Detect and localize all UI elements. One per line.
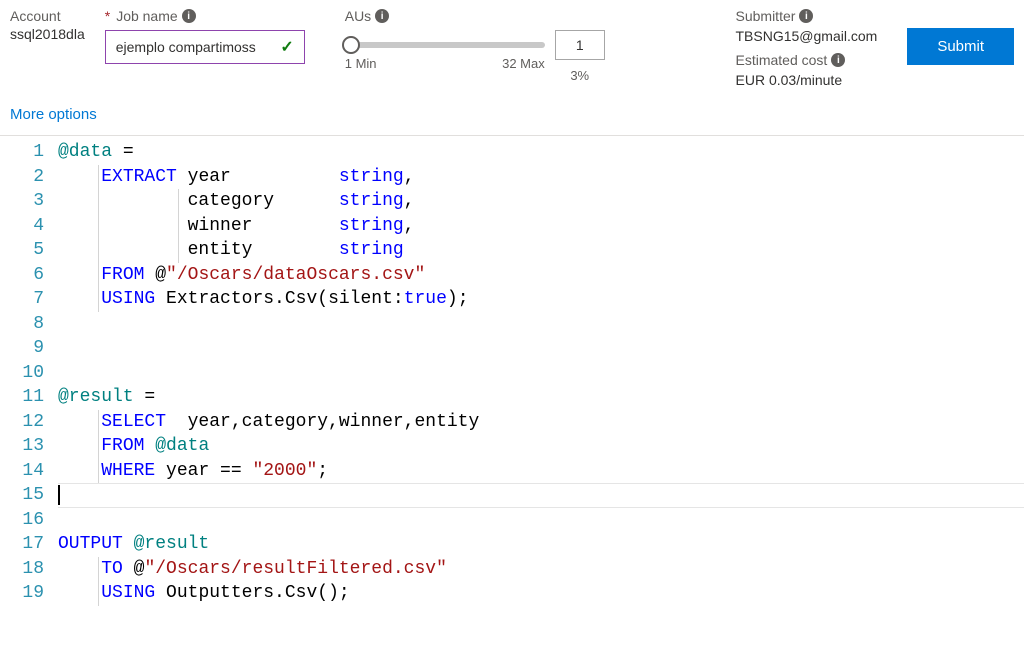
aus-slider-wrap: 1 Min 32 Max 1 3%	[345, 30, 605, 83]
aus-slider-thumb[interactable]	[342, 36, 360, 54]
code-line[interactable]: entity string	[58, 238, 1024, 263]
info-icon[interactable]: i	[182, 9, 196, 23]
check-icon: ✓	[280, 37, 293, 57]
cost-label-text: Estimated cost	[736, 52, 828, 68]
code-line[interactable]: SELECT year,category,winner,entity	[58, 410, 1024, 435]
aus-value-input[interactable]: 1	[555, 30, 605, 60]
aus-min-label: 1 Min	[345, 56, 377, 71]
line-number: 18	[0, 557, 44, 582]
more-options-link[interactable]: More options	[0, 88, 1024, 135]
info-icon[interactable]: i	[375, 9, 389, 23]
code-line[interactable]	[58, 312, 1024, 337]
cost-label: Estimated cost i	[736, 52, 878, 68]
line-number: 1	[0, 140, 44, 165]
jobname-value: ejemplo compartimoss	[116, 39, 256, 55]
line-number: 8	[0, 312, 44, 337]
code-line[interactable]: @result =	[58, 385, 1024, 410]
code-line[interactable]: category string,	[58, 189, 1024, 214]
line-number: 9	[0, 336, 44, 361]
code-line[interactable]: FROM @"/Oscars/dataOscars.csv"	[58, 263, 1024, 288]
info-icon[interactable]: i	[831, 53, 845, 67]
line-number: 7	[0, 287, 44, 312]
submitter-label-text: Submitter	[736, 8, 796, 24]
aus-slider[interactable]	[345, 42, 545, 48]
account-field: Account ssql2018dla	[10, 8, 85, 42]
jobname-label: * Job name i	[105, 8, 305, 24]
line-number: 10	[0, 361, 44, 386]
submitter-cost-col: Submitter i TBSNG15@gmail.com Estimated …	[736, 8, 878, 88]
line-number: 4	[0, 214, 44, 239]
submitter-label: Submitter i	[736, 8, 878, 24]
right-section: Submitter i TBSNG15@gmail.com Estimated …	[736, 8, 1015, 88]
aus-percent: 3%	[555, 68, 605, 83]
line-number: 13	[0, 434, 44, 459]
aus-label-text: AUs	[345, 8, 371, 24]
aus-slider-labels: 1 Min 32 Max	[345, 56, 545, 71]
line-number: 19	[0, 581, 44, 606]
cost-value: EUR 0.03/minute	[736, 72, 878, 88]
line-number: 3	[0, 189, 44, 214]
account-label: Account	[10, 8, 85, 24]
line-gutter: 12345678910111213141516171819	[0, 136, 58, 606]
line-number: 14	[0, 459, 44, 484]
code-line[interactable]	[58, 483, 1024, 508]
line-number: 2	[0, 165, 44, 190]
line-number: 11	[0, 385, 44, 410]
code-line[interactable]: USING Extractors.Csv(silent:true);	[58, 287, 1024, 312]
code-line[interactable]: EXTRACT year string,	[58, 165, 1024, 190]
aus-field: AUs i 1 Min 32 Max 1 3%	[345, 8, 605, 83]
aus-max-label: 32 Max	[502, 56, 545, 71]
line-number: 12	[0, 410, 44, 435]
line-number: 15	[0, 483, 44, 508]
text-cursor	[58, 485, 60, 505]
code-line[interactable]	[58, 508, 1024, 533]
submitter-value: TBSNG15@gmail.com	[736, 28, 878, 44]
required-star: *	[105, 8, 110, 24]
code-area[interactable]: @data = EXTRACT year string, category st…	[58, 136, 1024, 606]
code-line[interactable]: USING Outputters.Csv();	[58, 581, 1024, 606]
code-line[interactable]: OUTPUT @result	[58, 532, 1024, 557]
jobname-input[interactable]: ejemplo compartimoss ✓	[105, 30, 305, 64]
code-line[interactable]: winner string,	[58, 214, 1024, 239]
code-line[interactable]: TO @"/Oscars/resultFiltered.csv"	[58, 557, 1024, 582]
info-icon[interactable]: i	[799, 9, 813, 23]
code-line[interactable]	[58, 361, 1024, 386]
code-editor[interactable]: 12345678910111213141516171819 @data = EX…	[0, 135, 1024, 606]
line-number: 5	[0, 238, 44, 263]
jobname-field: * Job name i ejemplo compartimoss ✓	[105, 8, 305, 64]
submit-button[interactable]: Submit	[907, 28, 1014, 65]
line-number: 6	[0, 263, 44, 288]
line-number: 16	[0, 508, 44, 533]
header-row: Account ssql2018dla * Job name i ejemplo…	[0, 8, 1024, 88]
code-line[interactable]: FROM @data	[58, 434, 1024, 459]
aus-label: AUs i	[345, 8, 605, 24]
code-line[interactable]	[58, 336, 1024, 361]
line-number: 17	[0, 532, 44, 557]
jobname-label-text: Job name	[116, 8, 177, 24]
code-line[interactable]: WHERE year == "2000";	[58, 459, 1024, 484]
account-value: ssql2018dla	[10, 26, 85, 42]
code-line[interactable]: @data =	[58, 140, 1024, 165]
